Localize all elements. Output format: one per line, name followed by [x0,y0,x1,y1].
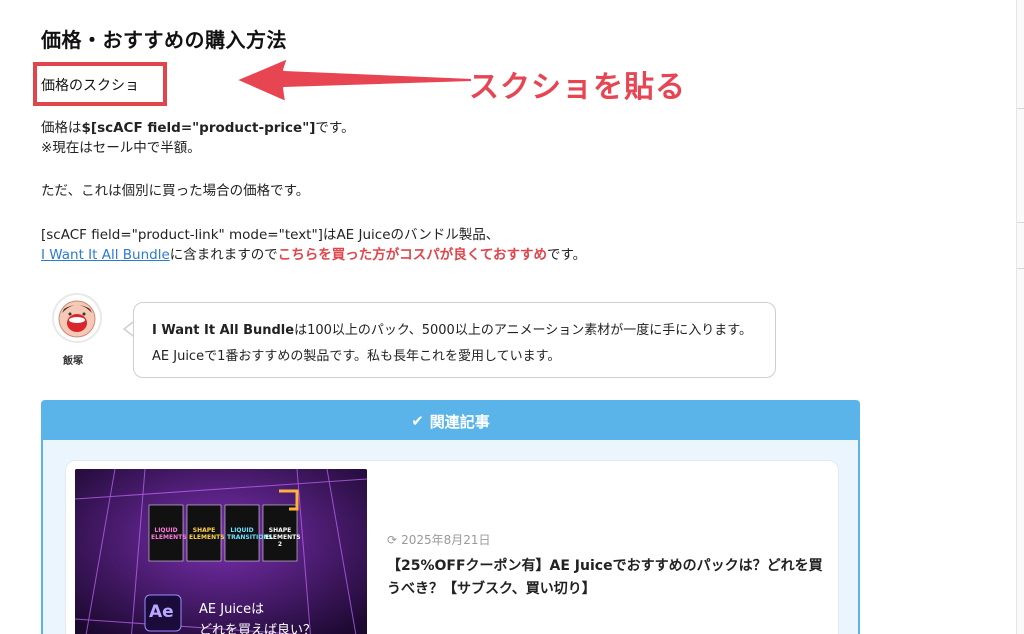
speech-line-2: AE Juiceで1番おすすめの製品です。私も長年これを愛用しています。 [152,349,561,364]
individual-price-note: ただ、これは個別に買った場合の価格です。 [41,183,310,199]
speech-line-1-rest: は100以上のパック、5000以上のアニメーション素材が一度に手に入ります。 [294,323,753,338]
bundle-end-text: です。 [546,247,587,263]
bundle-mid-text: に含まれますので [169,247,278,263]
related-articles-title: 関連記事 [429,412,490,431]
screenshot-placeholder-label: 価格のスクショ [41,78,139,94]
face-icon [58,300,96,338]
thumb-product-3: LIQUID TRANSITIONS [227,527,273,541]
article-date-text: 2025年8月21日 [401,533,491,547]
price-suffix: です。 [315,120,355,136]
thumb-product-1: LIQUID ELEMENTS [151,527,187,541]
speech-bundle-name: I Want It All Bundle [152,323,295,338]
thumb-product-2: SHAPE ELEMENTS [189,527,225,541]
related-articles-box: ✔ 関連記事 LIQUID ELEMENTS SHAPE ELEMENTS LI… [41,400,860,634]
bundle-link[interactable]: I Want It All Bundle [41,247,170,263]
article-title-link[interactable]: 【25%OFFクーポン有】AE Juiceでおすすめのパックは？どれを買うべき？… [387,555,827,601]
thumb-caption-2: どれを買えば良い？ [199,623,317,634]
related-articles-header: ✔ 関連記事 [43,402,858,440]
author-name: 飯塚 [63,356,83,367]
speech-line-1: I Want It All Bundleは100以上のパック、5000以上のアニ… [152,319,752,338]
after-effects-icon: Ae [149,602,174,622]
price-paragraph: 価格は$[scACF field="product-price"]です。 [41,118,355,138]
sidebar-divider [1017,268,1024,269]
section-heading: 価格・おすすめの購入方法 [41,28,287,52]
refresh-icon: ⟳ [387,533,398,547]
check-icon: ✔ [411,412,424,430]
article-thumbnail[interactable]: LIQUID ELEMENTS SHAPE ELEMENTS LIQUID TR… [75,469,367,634]
author-avatar [52,293,102,343]
price-prefix: 価格は [41,120,82,136]
related-article-card[interactable]: LIQUID ELEMENTS SHAPE ELEMENTS LIQUID TR… [65,460,839,634]
thumb-product-4: SHAPE ELEMENTS 2 [265,527,301,548]
price-shortcode: $[scACF field="product-price"] [81,120,316,136]
bundle-paragraph-line2: I Want It All Bundleに含まれますのでこちらを買った方がコスパ… [41,245,586,265]
speech-bubble: I Want It All Bundleは100以上のパック、5000以上のアニ… [133,302,776,378]
annotation-text: スクショを貼る [469,70,686,105]
annotation-arrow-icon [235,57,473,103]
sidebar-divider [1017,108,1024,109]
sidebar-edge [1016,0,1024,634]
sale-note: ※現在はセール中で半額。 [41,140,201,156]
bundle-paragraph-line1: [scACF field="product-link" mode="text"]… [41,227,500,243]
thumb-caption-1: AE Juiceは [199,602,265,617]
bundle-emphasis: こちらを買った方がコスパが良くておすすめ [277,247,547,263]
sidebar-divider [1017,222,1024,223]
article-date: ⟳ 2025年8月21日 [387,531,491,548]
